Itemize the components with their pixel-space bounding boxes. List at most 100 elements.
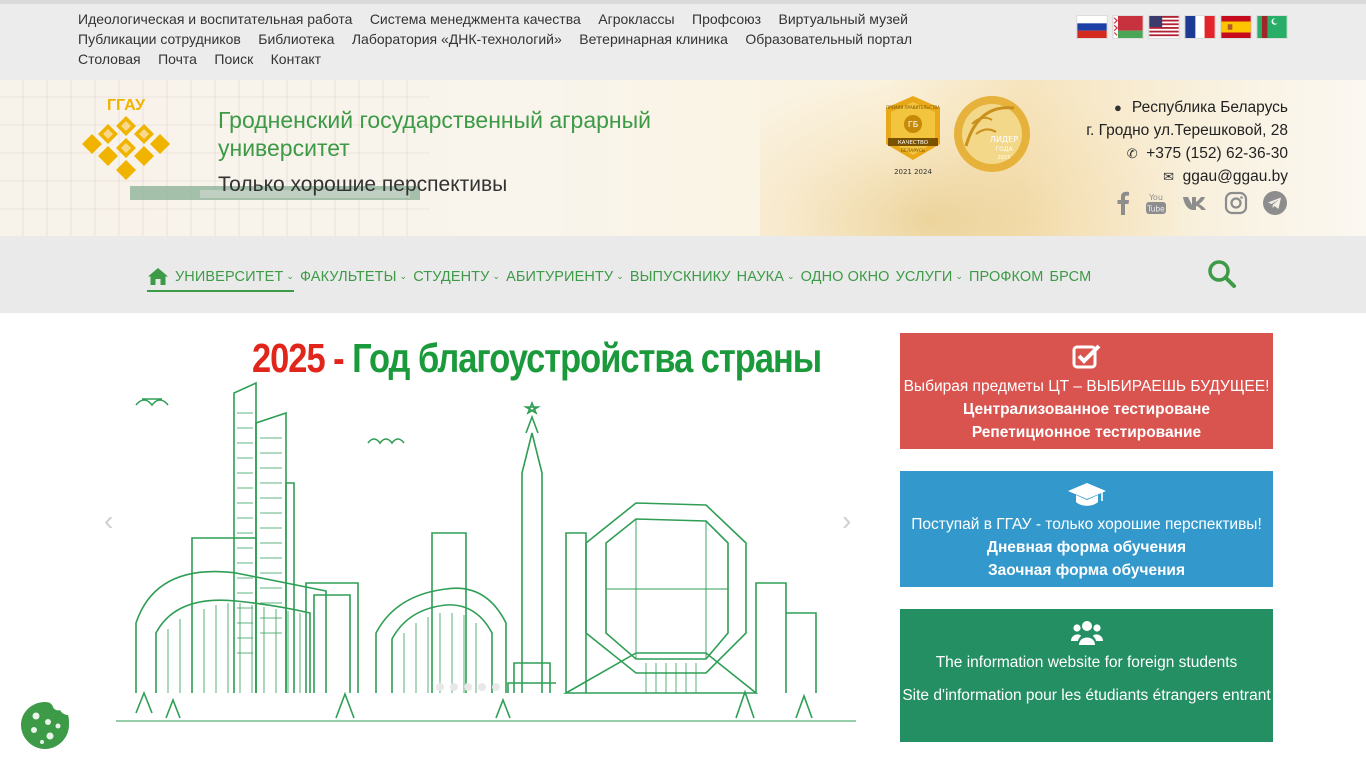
email-link[interactable]: ggau@ggau.by xyxy=(1183,168,1288,185)
link-agroclasses[interactable]: Агроклассы xyxy=(598,11,674,27)
menu-label: Студенту xyxy=(413,268,490,285)
menu-item-university[interactable]: Университет ⌄ xyxy=(147,267,294,292)
ct-rehearsal-link[interactable]: Репетиционное тестирование xyxy=(900,421,1273,444)
turkmen-flag-icon[interactable] xyxy=(1256,15,1288,39)
contacts-block: ● Республика Беларусь г. Гродно ул.Терешк… xyxy=(1086,96,1288,188)
full-time-link[interactable]: Дневная форма обучения xyxy=(900,536,1273,559)
main-navigation: Университет ⌄ Факультеты ⌄ Студенту ⌄ Абиту… xyxy=(0,236,1366,313)
link-contact[interactable]: Контакт xyxy=(271,51,321,67)
link-library[interactable]: Библиотека xyxy=(258,31,334,47)
svg-text:2021 2024: 2021 2024 xyxy=(894,168,932,176)
link-edu-portal[interactable]: Образовательный портал xyxy=(745,31,912,47)
instagram-icon[interactable] xyxy=(1224,191,1248,215)
site-slogan: Только хорошие перспективы xyxy=(218,173,508,196)
site-title[interactable]: Гродненский государственный аграрный уни… xyxy=(218,106,778,162)
contact-phone[interactable]: ✆ +375 (152) 62-36-30 xyxy=(1086,142,1288,165)
svg-text:2023: 2023 xyxy=(998,155,1011,161)
main-menu: Университет ⌄ Факультеты ⌄ Студенту ⌄ Абиту… xyxy=(147,261,1097,292)
graduation-cap-icon xyxy=(1067,483,1106,506)
university-logo-icon[interactable]: ГГАУ xyxy=(78,94,174,186)
foreign-students-card[interactable]: The information website for foreign stud… xyxy=(900,609,1273,742)
foreign-french-link[interactable]: Site d'information pour les étudiants ét… xyxy=(900,684,1273,707)
slider-dot[interactable] xyxy=(478,683,486,691)
menu-item-brsm[interactable]: БРСМ xyxy=(1049,269,1091,285)
map-marker-icon: ● xyxy=(1113,100,1122,115)
slider-dot[interactable] xyxy=(492,683,500,691)
menu-item-trade-union[interactable]: Профком xyxy=(969,269,1043,285)
menu-item-one-window[interactable]: Одно окно xyxy=(801,269,890,285)
hero-slider[interactable]: 2025 - Год благоустройства страны xyxy=(96,333,870,723)
phone-icon: ✆ xyxy=(1126,146,1138,161)
chevron-down-icon: ⌄ xyxy=(286,271,294,281)
link-trade-union[interactable]: Профсоюз xyxy=(692,11,761,27)
link-ideology[interactable]: Идеологическая и воспитательная работа xyxy=(78,11,352,27)
contact-address: г. Гродно ул.Терешковой, 28 xyxy=(1086,122,1288,139)
us-flag-icon[interactable] xyxy=(1148,15,1180,39)
part-time-link[interactable]: Заочная форма обучения xyxy=(900,559,1273,582)
link-mail[interactable]: Почта xyxy=(158,51,197,67)
contact-email[interactable]: ✉ ggau@ggau.by xyxy=(1086,165,1288,188)
foreign-english-link[interactable]: The information website for foreign stud… xyxy=(900,651,1273,674)
svg-text:ПРЕМИЯ ПРАВИТЕЛЬСТВА: ПРЕМИЯ ПРАВИТЕЛЬСТВА xyxy=(886,105,940,110)
belarusian-flag-icon[interactable] xyxy=(1112,15,1144,39)
spanish-flag-icon[interactable] xyxy=(1220,15,1252,39)
top-links: Идеологическая и воспитательная работа С… xyxy=(78,11,978,71)
slider-prev-arrow[interactable]: ‹ xyxy=(104,505,124,536)
menu-label: Наука xyxy=(736,268,784,285)
government-quality-award-icon: ГБ ПРЕМИЯ ПРАВИТЕЛЬСТВА КАЧЕСТВО БЕЛАРУС… xyxy=(886,96,940,176)
menu-label: Абитуриенту xyxy=(506,268,614,285)
vk-icon[interactable] xyxy=(1182,191,1210,215)
chevron-down-icon: ⌄ xyxy=(492,271,501,281)
admission-card[interactable]: Поступай в ГГАУ - только хорошие перспек… xyxy=(900,471,1273,587)
ct-centralized-link[interactable]: Централизованное тестироване xyxy=(900,398,1273,421)
slider-next-arrow[interactable]: › xyxy=(842,505,862,536)
ct-card-headline: Выбирая предметы ЦТ – ВЫБИРАЕШЬ БУДУЩЕЕ! xyxy=(903,378,1270,395)
link-virtual-museum[interactable]: Виртуальный музей xyxy=(779,11,908,27)
menu-item-services[interactable]: Услуги ⌄ xyxy=(896,269,963,285)
menu-item-graduate[interactable]: Выпускнику xyxy=(630,269,731,285)
slider-dot[interactable] xyxy=(464,683,472,691)
menu-item-applicant[interactable]: Абитуриенту ⌄ xyxy=(506,269,624,285)
site-header: ГГАУ Гродненский государственный аграрны… xyxy=(0,80,1366,236)
svg-text:КАЧЕСТВО: КАЧЕСТВО xyxy=(898,140,929,146)
home-icon xyxy=(148,268,168,285)
link-staff-publications[interactable]: Публикации сотрудников xyxy=(78,31,241,47)
russian-flag-icon[interactable] xyxy=(1076,15,1108,39)
menu-item-faculties[interactable]: Факультеты ⌄ xyxy=(300,269,407,285)
top-links-row: Публикации сотрудников Библиотека Лабора… xyxy=(78,31,978,51)
svg-text:ГГАУ: ГГАУ xyxy=(107,97,146,114)
chevron-down-icon: ⌄ xyxy=(399,271,408,281)
menu-label: Профком xyxy=(969,268,1044,285)
ct-testing-card[interactable]: Выбирая предметы ЦТ – ВЫБИРАЕШЬ БУДУЩЕЕ!… xyxy=(900,333,1273,449)
svg-text:ГОДА: ГОДА xyxy=(995,146,1013,153)
menu-label: Выпускнику xyxy=(629,268,731,285)
menu-label: Одно окно xyxy=(800,268,890,285)
search-icon[interactable] xyxy=(1206,258,1238,290)
link-search[interactable]: Поиск xyxy=(214,51,253,67)
youtube-icon[interactable]: You Tube xyxy=(1144,191,1168,215)
svg-text:ГБ: ГБ xyxy=(908,120,918,129)
telegram-icon[interactable] xyxy=(1262,190,1288,216)
link-canteen[interactable]: Столовая xyxy=(78,51,141,67)
facebook-icon[interactable] xyxy=(1116,191,1130,215)
menu-label: Факультеты xyxy=(300,268,397,285)
french-flag-icon[interactable] xyxy=(1184,15,1216,39)
slider-dots xyxy=(436,683,500,691)
top-links-row: Столовая Почта Поиск Контакт xyxy=(78,51,978,71)
slider-dot[interactable] xyxy=(436,683,444,691)
menu-item-science[interactable]: Наука ⌄ xyxy=(737,269,795,285)
users-group-icon xyxy=(1070,621,1103,645)
phone-text[interactable]: +375 (152) 62-36-30 xyxy=(1146,145,1288,162)
link-dna-lab[interactable]: Лаборатория «ДНК-технологий» xyxy=(352,31,562,47)
svg-text:БЕЛАРУСЬ: БЕЛАРУСЬ xyxy=(901,148,925,154)
top-links-row: Идеологическая и воспитательная работа С… xyxy=(78,11,978,31)
slider-dot[interactable] xyxy=(450,683,458,691)
cookie-icon[interactable] xyxy=(20,700,70,750)
menu-item-student[interactable]: Студенту ⌄ xyxy=(413,269,500,285)
svg-text:ЛИДЕР: ЛИДЕР xyxy=(990,135,1018,144)
language-flags xyxy=(1076,15,1288,39)
link-quality-system[interactable]: Система менеджмента качества xyxy=(370,11,581,27)
link-vet-clinic[interactable]: Ветеринарная клиника xyxy=(579,31,728,47)
envelope-icon: ✉ xyxy=(1163,169,1175,184)
admission-card-headline: Поступай в ГГАУ - только хорошие перспек… xyxy=(911,516,1262,533)
